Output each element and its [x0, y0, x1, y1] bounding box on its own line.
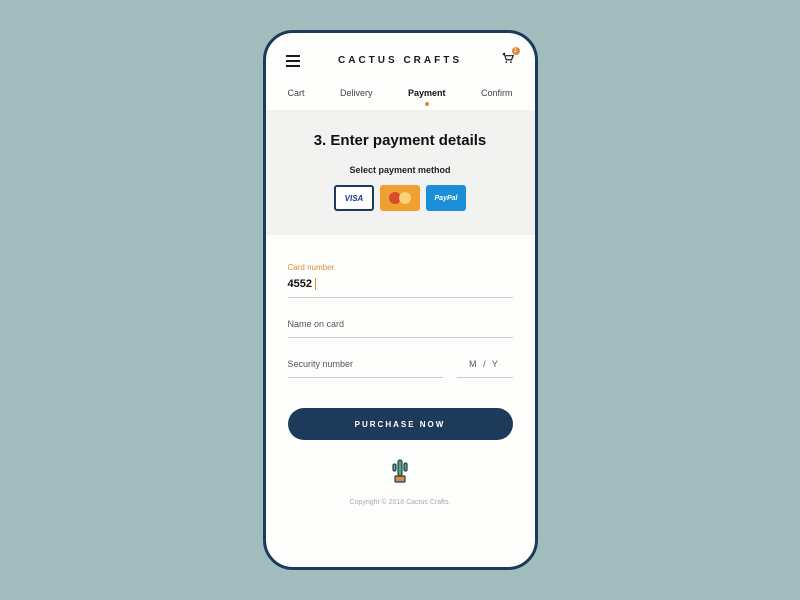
panel-title: 3. Enter payment details	[286, 132, 515, 149]
mastercard-icon	[399, 192, 411, 204]
card-number-label: Card number	[288, 263, 513, 272]
payment-methods: VISA PayPal	[286, 185, 515, 211]
method-mastercard[interactable]	[380, 185, 420, 211]
payment-form: Card number 4552 Name on card Security n…	[266, 235, 535, 398]
copyright: Copyright © 2018 Cactus Crafts.	[266, 499, 535, 506]
menu-icon[interactable]	[286, 55, 300, 67]
phone-frame: CACTUS CRAFTS 1 Cart Delivery Payment Co…	[263, 30, 538, 570]
step-confirm[interactable]: Confirm	[481, 88, 513, 98]
step-cart[interactable]: Cart	[288, 88, 305, 98]
security-label: Security number	[288, 359, 354, 369]
card-number-field[interactable]: Card number 4552	[288, 257, 513, 298]
step-payment[interactable]: Payment	[408, 88, 446, 98]
payment-panel: 3. Enter payment details Select payment …	[266, 110, 535, 235]
name-label: Name on card	[288, 319, 345, 329]
step-delivery[interactable]: Delivery	[340, 88, 373, 98]
expiry-placeholder: M / Y	[469, 359, 500, 369]
footer: Copyright © 2018 Cactus Crafts.	[266, 454, 535, 506]
cactus-icon	[388, 454, 412, 489]
purchase-button[interactable]: PURCHASE NOW	[288, 408, 513, 440]
panel-subtitle: Select payment method	[286, 165, 515, 175]
checkout-steps: Cart Delivery Payment Confirm	[266, 82, 535, 110]
app-header: CACTUS CRAFTS 1	[266, 33, 535, 82]
expiry-field[interactable]: M / Y	[457, 348, 513, 378]
name-field[interactable]: Name on card	[288, 308, 513, 338]
cart-badge: 1	[512, 47, 520, 55]
method-paypal[interactable]: PayPal	[426, 185, 466, 211]
brand-title: CACTUS CRAFTS	[338, 55, 462, 66]
security-field[interactable]: Security number	[288, 348, 443, 378]
cart-button[interactable]: 1	[501, 51, 515, 70]
method-visa[interactable]: VISA	[334, 185, 374, 211]
card-number-value: 4552	[288, 278, 316, 290]
